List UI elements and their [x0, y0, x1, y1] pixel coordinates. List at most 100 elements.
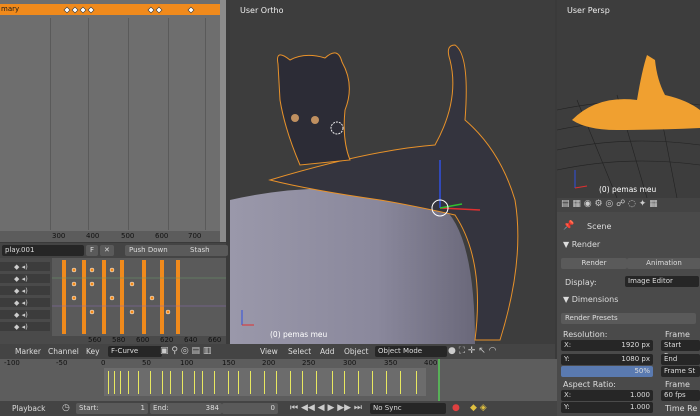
current-frame-input[interactable]: 0 — [222, 403, 278, 414]
ruler-label: 600 — [136, 336, 150, 344]
time-remap-label: Time Re — [665, 404, 698, 413]
dopesheet-grid — [0, 18, 220, 230]
properties-editor[interactable]: ▤ ▦ ◉ ⚙ ◎ ☍ ◌ ✦ ▦ 📌 Scene ▼ Render Rende… — [557, 198, 700, 360]
resolution-x-field[interactable]: X: 1920 px — [561, 340, 653, 351]
display-dropdown[interactable]: Image Editor — [625, 276, 699, 287]
ruler-label: 400 — [86, 232, 100, 240]
action-header: play.001 F ✕ Push Down Stash — [0, 243, 228, 258]
persp-scene — [556, 55, 700, 199]
properties-tabs[interactable]: ▤ ▦ ◉ ⚙ ◎ ☍ ◌ ✦ ▦ — [557, 198, 700, 212]
svg-text:◆ ◂): ◆ ◂) — [14, 299, 28, 307]
tick-label: 50 — [142, 359, 151, 367]
summary-label: mary — [1, 5, 20, 13]
viewport-3d[interactable]: User Ortho (0) pemas meu — [230, 0, 555, 344]
persp-label: User Persp — [567, 6, 610, 15]
res-percent: 50% — [634, 367, 650, 375]
render-presets-dropdown[interactable]: Render Presets — [561, 313, 696, 324]
filter-icons[interactable]: ▣ ⚲ ◎ ▤ ▥ — [160, 346, 211, 356]
frame-step-label: Frame St — [664, 367, 696, 375]
shading-icons[interactable]: ● ⛶ ✛ ↖ ◠ — [448, 346, 497, 356]
fps-dropdown[interactable]: 60 fps — [661, 390, 700, 401]
start-frame-field[interactable]: Start Fram — [661, 340, 700, 360]
resolution-percent-slider[interactable]: 50% — [561, 366, 653, 377]
aspect-x-field[interactable]: X: 1.000 — [561, 390, 653, 401]
res-y-label: Y: — [564, 355, 570, 363]
playback-controls-icon[interactable]: ⏮ ◀◀ ◀ ▶ ▶▶ ⏭ — [290, 403, 362, 413]
nla-keyframes — [52, 260, 226, 334]
stash-button[interactable]: Stash — [186, 245, 228, 256]
menu-view[interactable]: View — [260, 347, 278, 356]
properties-lower[interactable]: Y: 1080 px End Fram 50% Frame St Aspect R… — [557, 354, 700, 416]
svg-text:◆ ◂): ◆ ◂) — [14, 311, 28, 319]
display-label: Display: — [565, 278, 597, 287]
scene-label: Scene — [587, 222, 612, 231]
end-label: End: — [153, 404, 169, 412]
fake-user-button[interactable]: F — [86, 245, 98, 256]
frame-step-field[interactable]: Frame St — [661, 366, 700, 377]
sync-dropdown[interactable]: No Sync — [370, 403, 446, 414]
viewport-header: View Select Add Object Object Mode ● ⛶ ✛… — [230, 344, 555, 359]
asp-y-label: Y: — [564, 403, 570, 411]
resolution-y-field[interactable]: Y: 1080 px — [561, 354, 653, 365]
end-frame-input[interactable]: End: 384 — [150, 403, 222, 414]
ruler-label: 300 — [52, 232, 66, 240]
end-value: 384 — [205, 404, 219, 412]
animation-button[interactable]: Animation — [627, 258, 700, 269]
menu-object[interactable]: Object — [344, 347, 368, 356]
dopesheet-editor[interactable]: mary 300 400 500 600 700 — [0, 0, 226, 242]
keying-set-icon[interactable]: ◆ ◈ — [470, 403, 487, 413]
dimensions-panel-header[interactable]: ▼ Dimensions — [563, 295, 618, 304]
res-x-value: 1920 px — [621, 341, 650, 349]
nla-tracks[interactable] — [52, 258, 226, 336]
res-x-label: X: — [564, 341, 572, 349]
push-down-button[interactable]: Push Down — [125, 245, 189, 256]
nla-ruler: 560 580 600 620 640 660 — [52, 336, 226, 344]
start-frame-input[interactable]: Start: 1 — [76, 403, 148, 414]
resolution-label: Resolution: — [563, 330, 608, 339]
display-value: Image Editor — [628, 277, 673, 285]
render-panel-header[interactable]: ▼ Render — [563, 240, 600, 249]
dopesheet-scrollbar[interactable] — [220, 0, 226, 242]
menu-key[interactable]: Key — [86, 347, 100, 356]
aspect-label: Aspect Ratio: — [563, 380, 616, 389]
action-name-field[interactable]: play.001 — [2, 245, 84, 256]
tick-label: 300 — [343, 359, 357, 367]
summary-keyframes — [63, 6, 195, 14]
fps-value: 60 fps — [664, 391, 686, 399]
persp-object-label: (0) pemas meu — [599, 185, 657, 194]
preview-range-icon[interactable]: ◷ — [62, 403, 70, 413]
aspect-y-field[interactable]: Y: 1.000 — [561, 402, 653, 413]
viewport-scene — [230, 44, 519, 344]
menu-playback[interactable]: Playback — [12, 404, 45, 413]
render-button[interactable]: Render — [561, 258, 627, 269]
end-frame-field[interactable]: End Fram — [661, 354, 700, 374]
context-icons[interactable]: ▤ ▦ ◉ ⚙ ◎ ☍ ◌ ✦ ▦ — [561, 199, 658, 209]
object-mode-dropdown[interactable]: Object Mode — [375, 346, 447, 357]
render-presets-label: Render Presets — [565, 314, 618, 322]
timeline-editor[interactable]: -100 -50 0 50 100 150 200 250 300 350 40… — [0, 359, 557, 401]
menu-channel[interactable]: Channel — [48, 347, 79, 356]
tick-label: -50 — [56, 359, 68, 367]
mode-label: F-Curve — [111, 347, 139, 355]
start-value: 1 — [140, 404, 145, 412]
channel-icons: ◆ ◂) ◆ ◂) ◆ ◂) ◆ ◂) ◆ ◂) ◆ ◂) — [14, 263, 28, 331]
render-panel-title: Render — [571, 240, 601, 249]
menu-select[interactable]: Select — [288, 347, 311, 356]
push-down-label: Push Down — [129, 246, 168, 254]
render-button-label: Render — [581, 259, 607, 267]
current-frame-cursor[interactable] — [438, 359, 440, 401]
tick-label: 400 — [424, 359, 438, 367]
unlink-icon[interactable]: ✕ — [100, 245, 114, 256]
nla-editor[interactable]: ◆ ◂) ◆ ◂) ◆ ◂) ◆ ◂) ◆ ◂) ◆ ◂) 560 580 600 — [0, 258, 226, 344]
ruler-label: 620 — [160, 336, 174, 344]
object-mode-label: Object Mode — [378, 347, 423, 355]
pin-icon[interactable]: 📌 — [563, 221, 574, 231]
start-label: Start: — [79, 404, 99, 412]
record-icon[interactable]: ● — [452, 403, 460, 413]
menu-marker[interactable]: Marker — [15, 347, 41, 356]
persp-viewport[interactable]: User Persp (0) pemas meu — [556, 0, 700, 199]
mode-dropdown[interactable]: F-Curve — [108, 346, 162, 357]
timeline-scale: -100 -50 0 50 100 150 200 250 300 350 40… — [0, 359, 557, 368]
ruler-label: 500 — [121, 232, 135, 240]
menu-add[interactable]: Add — [320, 347, 335, 356]
